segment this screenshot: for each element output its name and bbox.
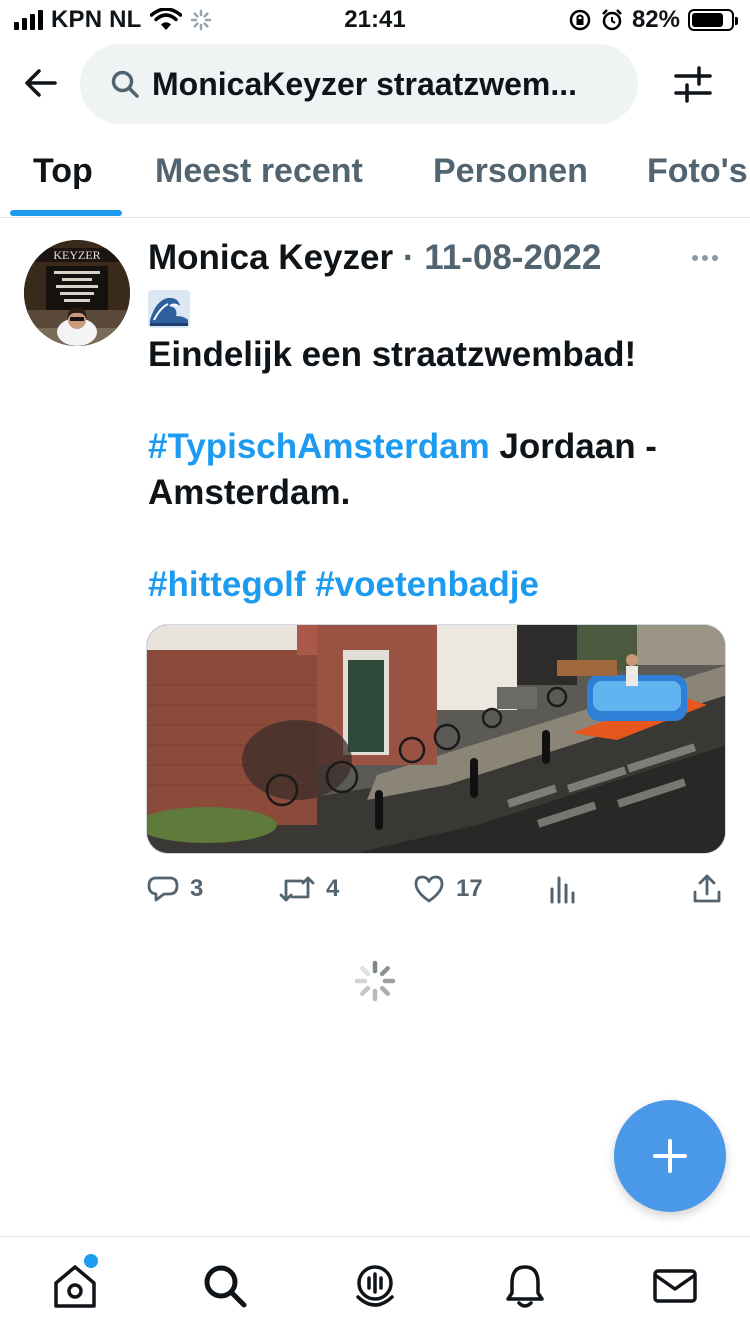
search-tabs: Top Meest recent Personen Foto's	[0, 138, 750, 218]
back-button[interactable]	[18, 60, 64, 106]
tab-notifications[interactable]	[500, 1261, 550, 1311]
reply-icon	[147, 876, 179, 902]
spaces-icon	[356, 1265, 394, 1307]
sliders-icon	[674, 66, 712, 103]
author-name[interactable]: Monica Keyzer	[148, 238, 393, 277]
street-pool-photo	[147, 625, 725, 853]
retweet-icon	[279, 876, 315, 902]
share-button[interactable]	[692, 872, 722, 906]
like-count: 17	[456, 875, 483, 902]
heart-icon	[414, 875, 444, 903]
unread-dot	[84, 1254, 98, 1268]
tweet-date[interactable]: 11-08-2022	[424, 238, 601, 277]
active-tab-indicator	[10, 210, 122, 216]
tweet-line: Amsterdam.	[148, 473, 351, 512]
search-input[interactable]: MonicaKeyzer straatzwem...	[80, 44, 638, 124]
search-icon	[111, 70, 139, 98]
loading-spinner-icon	[354, 960, 396, 1002]
battery-fill	[692, 13, 724, 27]
hashtag-link[interactable]: #voetenbadje	[315, 565, 539, 604]
hashtag-link[interactable]: #TypischAmsterdam	[148, 427, 490, 466]
reply-button[interactable]: 3	[146, 872, 203, 906]
retweet-count: 4	[326, 875, 340, 902]
svg-text:KEYZER: KEYZER	[53, 248, 100, 262]
search-icon	[204, 1265, 247, 1308]
battery-icon	[688, 9, 738, 31]
home-icon	[54, 1265, 96, 1308]
tweet-photo[interactable]	[146, 624, 726, 854]
tab-top[interactable]: Top	[33, 152, 93, 191]
tab-fotos[interactable]: Foto's	[647, 152, 748, 191]
tweet-header: Monica Keyzer · 11-08-2022	[148, 238, 601, 278]
tweet-actions: 3 4 17	[146, 872, 726, 912]
bar-chart-icon	[550, 876, 575, 904]
bell-icon	[506, 1265, 544, 1308]
compose-button[interactable]	[614, 1100, 726, 1212]
search-header: MonicaKeyzer straatzwem...	[0, 44, 750, 124]
plus-icon	[653, 1139, 687, 1173]
bottom-tab-bar	[0, 1236, 750, 1334]
battery-percent: 82%	[631, 6, 680, 33]
tab-search[interactable]	[200, 1261, 250, 1311]
more-options-button[interactable]	[692, 250, 726, 266]
tab-meest-recent[interactable]: Meest recent	[155, 152, 363, 191]
alarm-icon	[602, 9, 622, 31]
filter-button[interactable]	[668, 60, 718, 110]
analytics-button[interactable]	[548, 872, 578, 906]
retweet-button[interactable]: 4	[278, 872, 339, 906]
like-button[interactable]: 17	[412, 872, 483, 906]
status-right: 82%	[568, 6, 738, 34]
search-query: MonicaKeyzer straatzwem...	[152, 65, 578, 102]
reply-count: 3	[190, 875, 204, 902]
avatar-image: KEYZER	[24, 240, 130, 346]
rotation-lock-icon	[569, 9, 591, 31]
share-icon	[693, 874, 721, 903]
tweet-line: Eindelijk een straatzwembad!	[148, 335, 637, 374]
tweet-line: Jordaan -	[489, 427, 657, 466]
tweet-text: Eindelijk een straatzwembad! #TypischAms…	[148, 332, 728, 608]
tab-spaces[interactable]	[350, 1261, 400, 1311]
status-bar: KPN NL 21:41 82%	[0, 0, 750, 40]
wave-emoji-icon	[148, 290, 190, 328]
arrow-left-icon	[25, 69, 57, 97]
tab-personen[interactable]: Personen	[433, 152, 588, 191]
hashtag-link[interactable]: #hittegolf	[148, 565, 305, 604]
tab-messages[interactable]	[650, 1261, 700, 1311]
avatar[interactable]: KEYZER	[24, 240, 130, 346]
separator-dot: ·	[402, 238, 415, 277]
mail-icon	[653, 1269, 697, 1303]
tab-home[interactable]	[50, 1261, 100, 1311]
